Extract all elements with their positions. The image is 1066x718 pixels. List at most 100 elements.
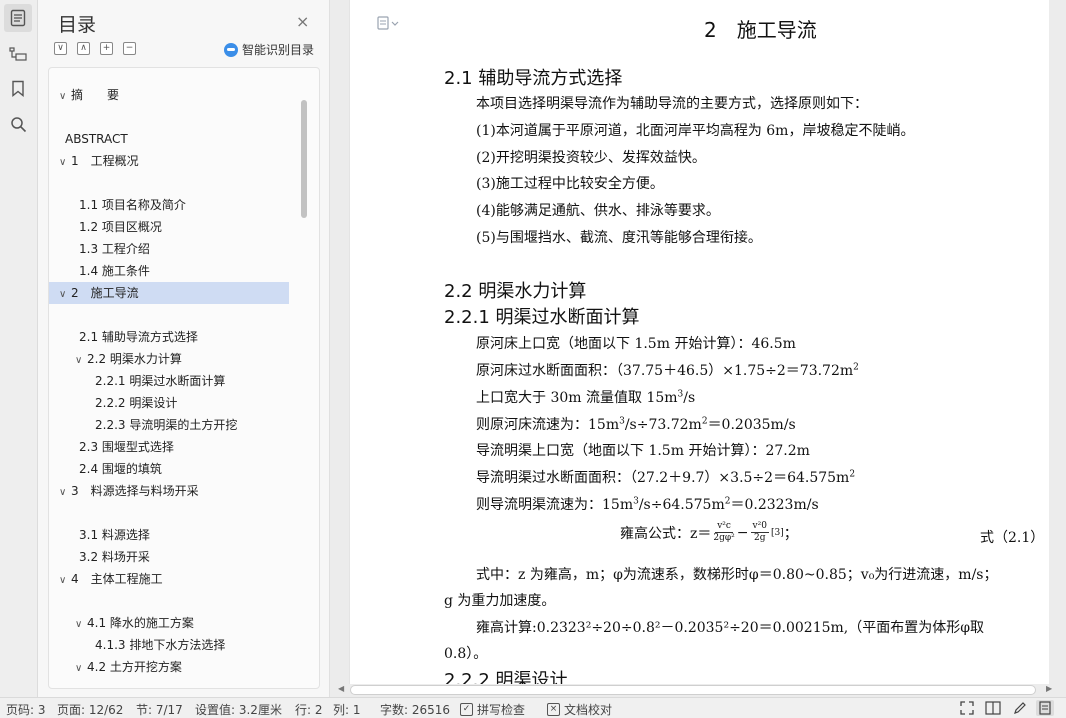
paragraph: 式中：z 为雍高，m；φ为流速系，数梯形时φ＝0.80~0.85；v₀为行进流速… bbox=[476, 567, 998, 583]
paragraph: 雍高计算:0.2323²÷20÷0.8²－0.2035²÷20＝0.00215m… bbox=[476, 620, 985, 636]
list-item: (5)与围堰挡水、截流、度汛等能够合理衔接。 bbox=[476, 230, 762, 246]
toc-item[interactable]: 1.4 施工条件 bbox=[49, 260, 289, 282]
toc-item[interactable]: 2.2.2 明渠设计 bbox=[49, 392, 289, 414]
page-view-icon[interactable] bbox=[1036, 700, 1054, 716]
section-2-2-heading: 2.2 明渠水力计算 bbox=[444, 281, 587, 302]
toc-item-label: 2 施工导流 bbox=[71, 286, 139, 300]
status-word-count[interactable]: 字数: 26516 bbox=[380, 701, 450, 718]
spell-check-button[interactable]: ✓ 拼写检查 bbox=[460, 701, 525, 718]
smart-toc-icon bbox=[224, 42, 238, 57]
paragraph: g 为重力加速度。 bbox=[444, 593, 556, 609]
fullscreen-icon[interactable] bbox=[958, 700, 976, 716]
toc-item-label: 3 料源选择与料场开采 bbox=[71, 484, 199, 498]
edit-mode-icon[interactable] bbox=[1011, 700, 1029, 716]
toc-item-label: 2.2.2 明渠设计 bbox=[95, 396, 178, 410]
chevron-down-icon[interactable]: ∨ bbox=[75, 658, 87, 680]
toc-item[interactable]: ∨ 4 主体工程施工 bbox=[49, 568, 289, 590]
status-section: 节: 7/17 bbox=[136, 703, 183, 717]
toc-item-label: 4 主体工程施工 bbox=[71, 572, 163, 586]
toc-item[interactable]: ∨ 4.1 降水的施工方案 bbox=[49, 612, 289, 634]
scrollbar-thumb[interactable] bbox=[350, 685, 1036, 695]
toc-item[interactable]: 1.3 工程介绍 bbox=[49, 238, 289, 260]
toc-item[interactable]: ∨ 2 施工导流 bbox=[49, 282, 289, 304]
paragraph: 0.8）。 bbox=[444, 646, 488, 662]
toc-item-label: 4.2 土方开挖方案 bbox=[87, 660, 182, 674]
toc-item-label: 1.2 项目区概况 bbox=[79, 220, 162, 234]
formula-fraction: v²c 2gφ² bbox=[713, 521, 735, 543]
toc-item[interactable]: ∨ 摘 要 bbox=[49, 84, 289, 106]
document-page[interactable]: 2 施工导流 2.1 辅助导流方式选择 本项目选择明渠导流作为辅助导流的主要方式… bbox=[349, 0, 1049, 684]
calc-line: 导流明渠过水断面面积：（27.2＋9.7）×3.5÷2＝64.575m2 bbox=[476, 469, 856, 486]
collapse-all-button[interactable]: ∨ bbox=[54, 42, 67, 55]
toc-icon[interactable] bbox=[4, 4, 32, 32]
toc-item[interactable]: 2.4 围堰的填筑 bbox=[49, 458, 289, 480]
status-setting: 设置值: 3.2厘米 bbox=[195, 703, 282, 717]
toc-item[interactable]: 1.1 项目名称及简介 bbox=[49, 194, 289, 216]
toc-item[interactable]: 2.2.1 明渠过水断面计算 bbox=[49, 370, 289, 392]
chevron-down-icon[interactable]: ∨ bbox=[59, 482, 71, 504]
toc-toolbar: ∨ ∧ + − bbox=[54, 42, 136, 55]
chevron-down-icon[interactable]: ∨ bbox=[59, 86, 71, 108]
search-icon[interactable] bbox=[4, 110, 32, 138]
proofread-icon: × bbox=[547, 703, 560, 716]
expand-all-button[interactable]: ∧ bbox=[77, 42, 90, 55]
toc-item[interactable]: 2.1 辅助导流方式选择 bbox=[49, 326, 289, 348]
toc-item-label: 1 工程概况 bbox=[71, 154, 139, 168]
status-row: 行: 2 bbox=[295, 703, 323, 717]
scroll-left-icon[interactable]: ◀ bbox=[338, 684, 344, 693]
toc-item-label: 3.1 料源选择 bbox=[79, 528, 150, 542]
close-icon[interactable]: × bbox=[296, 12, 309, 31]
toc-item[interactable]: 3.1 料源选择 bbox=[49, 524, 289, 546]
smart-toc-button[interactable]: 智能识别目录 bbox=[224, 41, 314, 58]
chevron-down-icon[interactable]: ∨ bbox=[59, 284, 71, 306]
toc-list: ∨ 摘 要 ABSTRACT ∨ 1 工程概况 1.1 项目名称及简介 1.2 项目区概况 1… bbox=[48, 67, 320, 689]
scroll-right-icon[interactable]: ▶ bbox=[1046, 684, 1052, 693]
toc-item[interactable]: ∨ 4.2 土方开挖方案 bbox=[49, 656, 289, 678]
outline-icon[interactable] bbox=[4, 40, 32, 68]
toc-item-label: 2.2.1 明渠过水断面计算 bbox=[95, 374, 226, 388]
list-item: (2)开挖明渠投资较少、发挥效益快。 bbox=[476, 150, 706, 166]
toc-item-label: 4.1.3 排地下水方法选择 bbox=[95, 638, 226, 652]
add-heading-button[interactable]: + bbox=[100, 42, 113, 55]
toc-item[interactable]: ABSTRACT bbox=[49, 128, 289, 150]
chevron-down-icon[interactable]: ∨ bbox=[59, 152, 71, 174]
doc-format-icon[interactable] bbox=[377, 16, 399, 33]
toc-item-label: 2.2.3 导流明渠的土方开挖 bbox=[95, 418, 238, 432]
toc-item[interactable]: 4.1.3 排地下水方法选择 bbox=[49, 634, 289, 656]
read-mode-icon[interactable] bbox=[984, 700, 1002, 716]
calc-line: 上口宽大于 30m 流量值取 15m3/s bbox=[476, 389, 696, 406]
toc-item[interactable]: 1.2 项目区概况 bbox=[49, 216, 289, 238]
toc-item-label: 1.1 项目名称及简介 bbox=[79, 198, 186, 212]
toc-scrollbar[interactable] bbox=[301, 100, 307, 218]
status-bar: 页码: 3 页面: 12/62 节: 7/17 设置值: 3.2厘米 行: 2 … bbox=[0, 697, 1066, 718]
remove-heading-button[interactable]: − bbox=[123, 42, 136, 55]
doc-proofread-button[interactable]: × 文档校对 bbox=[547, 701, 612, 718]
toc-item[interactable]: 2.2.3 导流明渠的土方开挖 bbox=[49, 414, 289, 436]
toc-title: 目录 bbox=[58, 14, 97, 36]
paragraph: 本项目选择明渠导流作为辅助导流的主要方式，选择原则如下： bbox=[476, 96, 868, 112]
formula-line: 雍高公式：z＝ v²c 2gφ² − v²0 2g [3] ； bbox=[620, 521, 798, 543]
bookmark-icon[interactable] bbox=[4, 74, 32, 102]
chevron-down-icon[interactable]: ∨ bbox=[75, 350, 87, 372]
status-col: 列: 1 bbox=[333, 703, 361, 717]
horizontal-scrollbar[interactable]: ◀ ▶ bbox=[338, 684, 1058, 696]
toc-item-label: ABSTRACT bbox=[65, 132, 128, 146]
calc-line: 则原河床流速为：15m3/s÷73.72m2＝0.2035m/s bbox=[476, 416, 796, 433]
toc-item[interactable]: 2.3 围堰型式选择 bbox=[49, 436, 289, 458]
chevron-down-icon[interactable]: ∨ bbox=[75, 614, 87, 636]
toc-item[interactable]: ∨ 3 料源选择与料场开采 bbox=[49, 480, 289, 502]
toc-item-label: 2.3 围堰型式选择 bbox=[79, 440, 174, 454]
toc-item[interactable]: ∨ 1 工程概况 bbox=[49, 150, 289, 172]
toc-item-label: 3.2 料场开采 bbox=[79, 550, 150, 564]
calc-line: 导流明渠上口宽（地面以下 1.5m 开始计算）：27.2m bbox=[476, 443, 810, 459]
calc-line: 原河床上口宽（地面以下 1.5m 开始计算）：46.5m bbox=[476, 336, 796, 352]
chapter-title: 2 施工导流 bbox=[704, 18, 817, 42]
status-page[interactable]: 页面: 12/62 bbox=[57, 701, 123, 718]
chevron-down-icon[interactable]: ∨ bbox=[59, 570, 71, 592]
toc-item[interactable]: 3.2 料场开采 bbox=[49, 546, 289, 568]
left-icon-rail bbox=[0, 0, 38, 697]
section-2-1-heading: 2.1 辅助导流方式选择 bbox=[444, 68, 623, 89]
calc-line: 则导流明渠流速为：15m3/s÷64.575m2＝0.2323m/s bbox=[476, 496, 819, 513]
toc-item[interactable]: ∨ 2.2 明渠水力计算 bbox=[49, 348, 289, 370]
smart-toc-label: 智能识别目录 bbox=[242, 43, 315, 57]
